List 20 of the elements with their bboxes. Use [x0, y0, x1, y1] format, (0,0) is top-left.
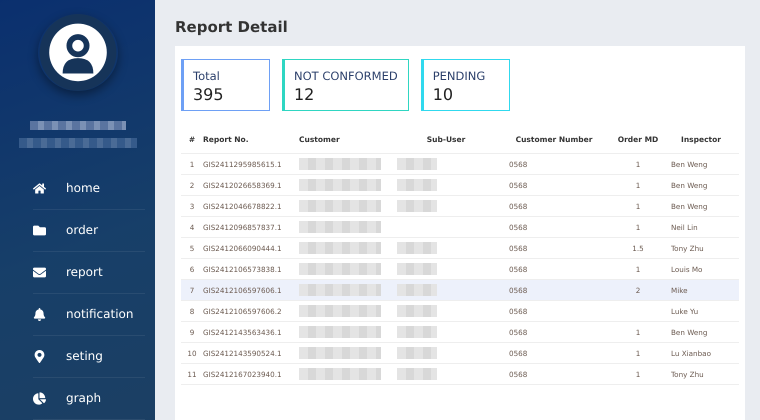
- envelope-icon: [33, 266, 46, 279]
- nav-item[interactable]: order: [33, 210, 145, 252]
- pie-chart-icon: [33, 392, 46, 405]
- bell-icon: [33, 308, 46, 321]
- home-icon: [33, 182, 46, 195]
- nav-item[interactable]: seting: [33, 336, 145, 378]
- stat-label: Total: [193, 69, 221, 83]
- stat-value: 12: [294, 85, 316, 104]
- stat-value: 395: [193, 85, 225, 104]
- map-pin-icon: [33, 350, 46, 363]
- nav-item[interactable]: graph: [33, 378, 145, 420]
- avatar-icon: [38, 14, 118, 91]
- nav-item[interactable]: report: [33, 252, 145, 294]
- nav-item[interactable]: notification: [33, 294, 145, 336]
- stat-label: NOT CONFORMED: [294, 69, 398, 83]
- stat-value: 10: [432, 85, 454, 104]
- nav-item[interactable]: home: [33, 168, 145, 210]
- folder-icon: [33, 224, 46, 237]
- stat-label: PENDING: [432, 69, 486, 83]
- page-title: Report Detail: [175, 18, 289, 36]
